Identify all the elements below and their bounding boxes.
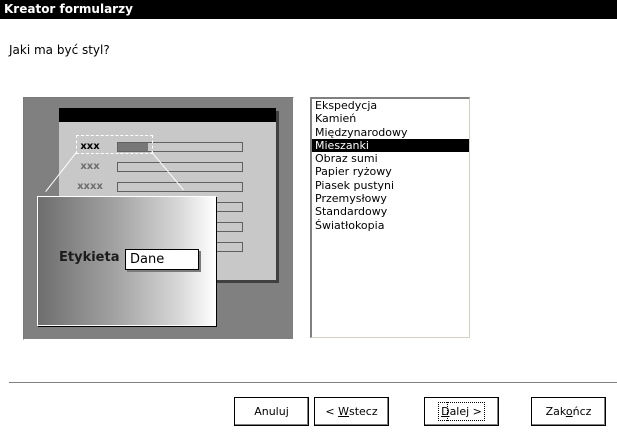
style-item-miedzynarodowy[interactable]: Międzynarodowy — [312, 126, 469, 139]
footer-divider — [9, 382, 617, 384]
style-listbox[interactable]: Ekspedycja Kamień Międzynarodowy Mieszan… — [310, 97, 470, 338]
form-wizard-window: Kreator formularzy Jaki ma być styl? xxx… — [0, 0, 617, 437]
zoom-label: Etykieta — [59, 250, 120, 265]
back-button[interactable]: < Wstecz — [314, 397, 389, 426]
style-item-papier-ryzowy[interactable]: Papier ryżowy — [312, 165, 469, 178]
preview-highlight-box — [76, 135, 153, 154]
style-preview: xxx xxx xxxx Etykieta Dane — [23, 97, 294, 340]
preview-form-title — [59, 108, 276, 122]
style-item-przemyslowy[interactable]: Przemysłowy — [312, 192, 469, 205]
next-button[interactable]: Dalej > — [424, 397, 499, 426]
preview-row-label: xxx — [80, 161, 100, 172]
preview-zoom-panel: Etykieta Dane — [37, 196, 216, 326]
style-item-standardowy[interactable]: Standardowy — [312, 205, 469, 218]
zoom-field-value: Dane — [130, 252, 165, 267]
cancel-button[interactable]: Anuluj — [234, 397, 309, 426]
style-item-piasek-pustyni[interactable]: Piasek pustyni — [312, 179, 469, 192]
style-item-ekspedycja[interactable]: Ekspedycja — [312, 99, 469, 112]
preview-row: xxxx — [59, 180, 276, 194]
style-question: Jaki ma być styl? — [9, 43, 110, 57]
finish-button[interactable]: Zakończ — [531, 397, 606, 426]
preview-row-label: xxxx — [77, 181, 103, 192]
preview-row-field — [117, 162, 243, 172]
style-item-obraz-sumi[interactable]: Obraz sumi — [312, 152, 469, 165]
next-button-label: Dalej > — [438, 402, 485, 421]
style-item-swiatlokopia[interactable]: Światłokopia — [312, 219, 469, 232]
back-button-label: < Wstecz — [325, 405, 378, 418]
style-item-kamien[interactable]: Kamień — [312, 112, 469, 125]
cancel-button-label: Anuluj — [254, 405, 289, 418]
window-title: Kreator formularzy — [4, 2, 133, 16]
title-bar: Kreator formularzy — [0, 0, 617, 19]
style-item-mieszanki[interactable]: Mieszanki — [312, 138, 469, 153]
zoom-field: Dane — [125, 249, 199, 270]
finish-button-label: Zakończ — [545, 405, 592, 418]
